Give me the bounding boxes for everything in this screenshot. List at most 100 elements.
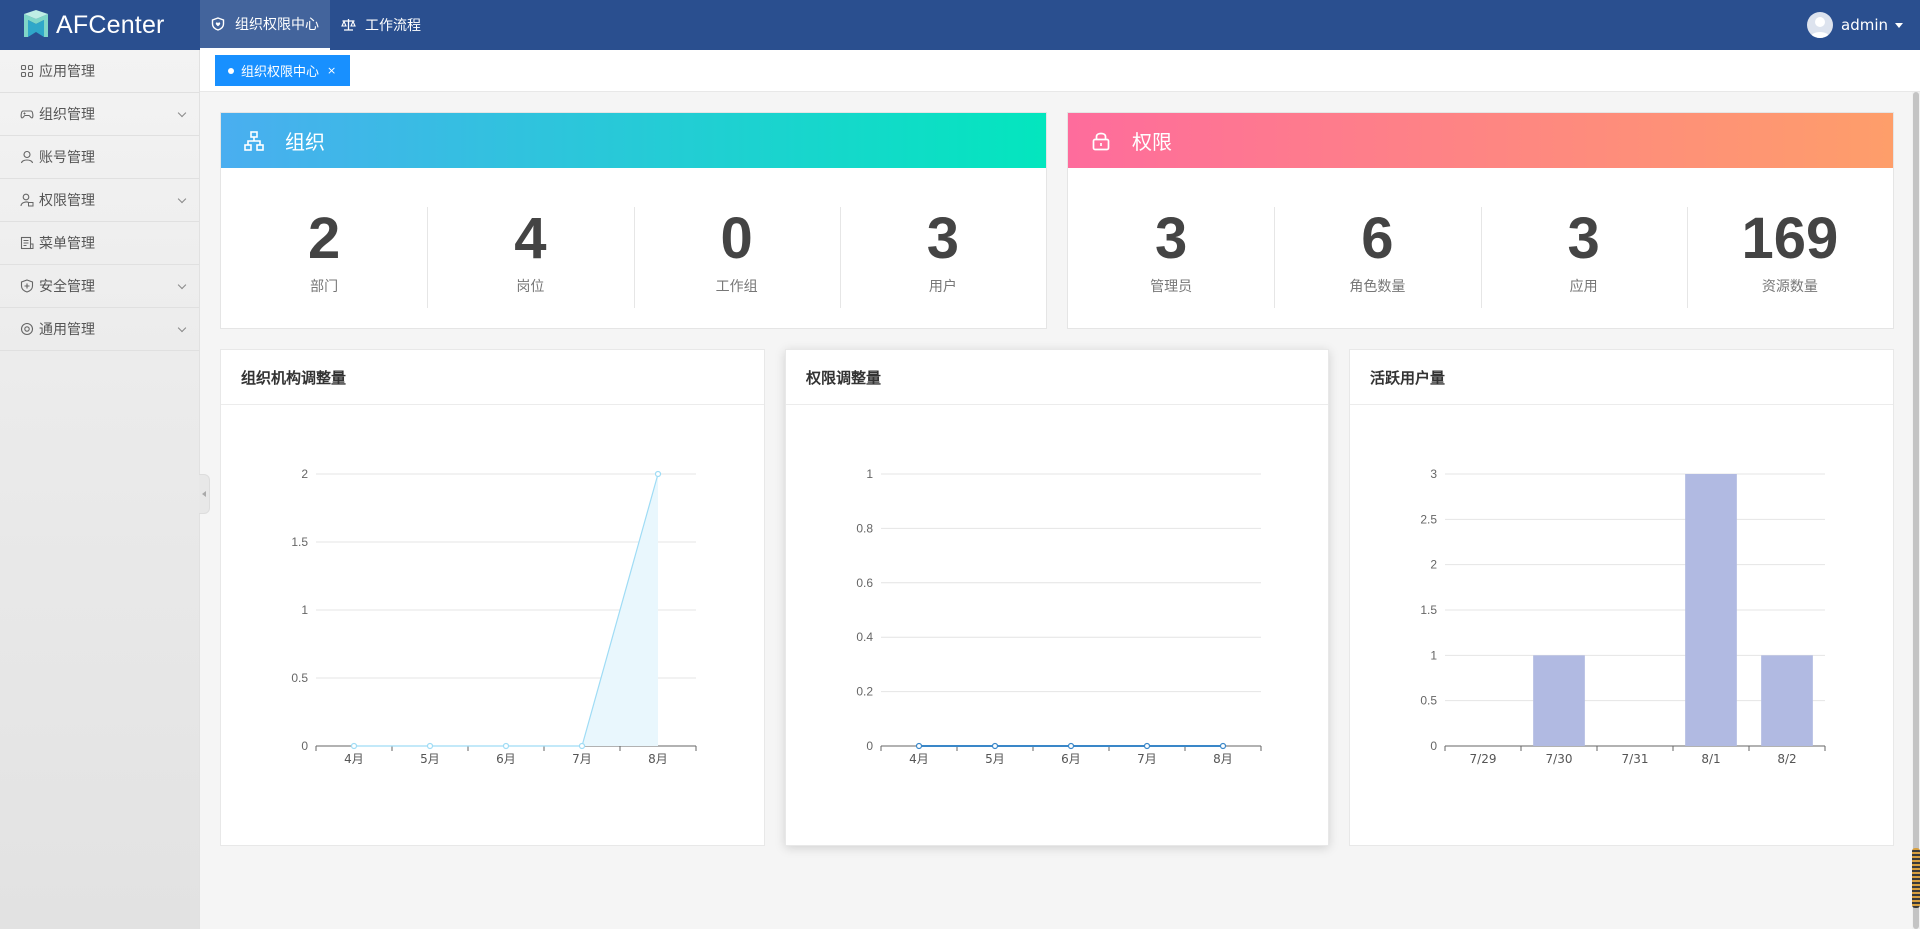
scrollbar-grip[interactable] [1912, 848, 1920, 908]
stat-application[interactable]: 3 应用 [1480, 207, 1687, 329]
stat-label: 资源数量 [1761, 279, 1818, 295]
org-card-title: 组织 [285, 130, 325, 154]
logo-text: AFCenter [56, 10, 165, 39]
stat-label: 应用 [1569, 279, 1598, 295]
settings-circle-icon [20, 322, 34, 336]
caret-down-icon [1895, 22, 1903, 28]
y-tick-label: 0 [301, 739, 308, 753]
chart-title: 权限调整量 [786, 350, 1328, 405]
stat-department[interactable]: 2 部门 [221, 208, 427, 329]
app-logo[interactable]: AFCenter [0, 0, 200, 50]
stat-value: 0 [720, 206, 753, 271]
sidebar-item-menu-management[interactable]: 菜单管理 [0, 222, 199, 265]
bar [1685, 474, 1737, 746]
tab-org-permission-center[interactable]: 组织权限中心 × [215, 55, 351, 86]
data-point [502, 742, 510, 750]
stat-admin[interactable]: 3 管理员 [1068, 208, 1274, 329]
scrollbar-thumb[interactable] [1913, 92, 1919, 929]
user-lock-icon [20, 193, 34, 207]
tab-label: 组织权限中心 [241, 65, 320, 80]
sidebar-item-label: 应用管理 [39, 64, 95, 80]
data-point [1143, 742, 1151, 750]
y-tick-label: 0 [866, 739, 873, 753]
data-point [915, 742, 923, 750]
data-point [654, 470, 662, 478]
stat-value: 2 [307, 206, 341, 271]
chevron-down-icon [177, 194, 187, 204]
topnav-label: 工作流程 [365, 18, 421, 34]
sidebar-item-label: 组织管理 [39, 107, 95, 123]
sidebar-item-security-management[interactable]: 安全管理 [0, 265, 199, 308]
stat-user[interactable]: 3 用户 [839, 206, 1046, 329]
permission-adjustments-chart[interactable]: 0 0.2 0.4 0.6 0.8 1 4月 5月 6月 7月 8月 [786, 406, 1330, 846]
y-tick-label: 3 [1430, 467, 1437, 481]
active-users-chart[interactable]: 0 0.5 1 1.5 2 2.5 3 7/29 7/30 7/31 8/1 8/2 [1350, 406, 1895, 846]
stat-role-count[interactable]: 6 角色数量 [1274, 207, 1480, 329]
y-tick-label: 0.6 [856, 576, 873, 590]
permission-stats-card: 权限 3 管理员 6 角色数量 3 应用 169 资源数量 [1067, 112, 1894, 329]
stat-label: 岗位 [516, 279, 545, 295]
stat-value: 169 [1741, 206, 1839, 271]
y-tick-label: 1 [1430, 648, 1437, 662]
close-icon[interactable]: × [327, 64, 336, 77]
x-tick-label: 8月 [648, 752, 668, 766]
stat-value: 3 [926, 206, 959, 271]
y-tick-label: 1 [866, 467, 873, 481]
y-tick-label: 2 [1430, 558, 1437, 572]
scale-icon [340, 17, 356, 33]
org-tree-icon [243, 130, 265, 152]
chart-title: 组织机构调整量 [221, 350, 764, 405]
stat-resource-count[interactable]: 169 资源数量 [1686, 206, 1893, 329]
topnav-workflow[interactable]: 工作流程 [330, 0, 431, 50]
lock-icon [1090, 130, 1112, 152]
sidebar-item-permission-management[interactable]: 权限管理 [0, 179, 199, 222]
chart-card-permission-adjustments: 权限调整量 0 0.2 0.4 0.6 0.8 1 4月 5月 6月 7月 8月 [785, 349, 1329, 846]
perm-card-header: 权限 [1068, 113, 1893, 168]
data-point [1219, 742, 1227, 750]
bar [1761, 655, 1813, 746]
stat-label: 工作组 [715, 279, 758, 295]
y-tick-label: 0.8 [856, 521, 873, 535]
page-tabs-bar: 组织权限中心 × [200, 50, 1920, 92]
user-menu[interactable]: admin [1807, 0, 1903, 50]
sidebar-item-app-management[interactable]: 应用管理 [0, 50, 199, 93]
sidebar-item-label: 通用管理 [39, 322, 95, 338]
sidebar-item-label: 安全管理 [39, 279, 95, 295]
topnav-org-permission-center[interactable]: 组织权限中心 [200, 0, 330, 50]
y-tick-label: 0.2 [856, 685, 873, 699]
x-tick-label: 7月 [1137, 752, 1157, 766]
sidebar-collapse-handle[interactable] [199, 474, 210, 514]
org-card-header: 组织 [221, 113, 1046, 168]
stat-position[interactable]: 4 岗位 [427, 207, 633, 329]
stat-label: 角色数量 [1349, 279, 1406, 295]
menu-doc-icon [20, 236, 34, 250]
shield-plus-icon [20, 279, 34, 293]
y-tick-label: 2.5 [1420, 512, 1437, 526]
sidebar-item-account-management[interactable]: 账号管理 [0, 136, 199, 179]
sidebar-item-org-management[interactable]: 组织管理 [0, 93, 199, 136]
sidebar-item-general-management[interactable]: 通用管理 [0, 308, 199, 351]
shield-heart-icon [210, 16, 226, 32]
chart-card-active-users: 活跃用户量 0 0.5 1 1.5 2 2.5 3 7/29 7/30 7/31 8/1 8/2 [1349, 349, 1894, 846]
y-tick-label: 0.5 [291, 671, 308, 685]
sidebar-item-label: 账号管理 [39, 150, 95, 166]
y-tick-label: 0 [1430, 739, 1437, 753]
user-name: admin [1841, 16, 1888, 34]
org-adjustments-chart[interactable]: 0 0.5 1 1.5 2 4月 5月 6月 7月 8月 [221, 406, 766, 846]
afcenter-logo-icon [24, 10, 48, 37]
y-tick-label: 2 [301, 467, 308, 481]
perm-card-title: 权限 [1132, 130, 1172, 154]
sidebar-item-label: 菜单管理 [39, 236, 95, 252]
y-tick-label: 1.5 [1420, 603, 1437, 617]
data-point [1067, 742, 1075, 750]
stat-workgroup[interactable]: 0 工作组 [633, 206, 840, 329]
x-tick-label: 4月 [909, 752, 929, 766]
x-tick-label: 4月 [344, 752, 364, 766]
page-scrollbar[interactable] [1912, 92, 1920, 929]
y-tick-label: 1 [301, 603, 308, 617]
stat-label: 用户 [928, 279, 957, 295]
x-tick-label: 7/29 [1470, 752, 1497, 766]
perm-stats-row: 3 管理员 6 角色数量 3 应用 169 资源数量 [1068, 168, 1893, 329]
x-tick-label: 6月 [496, 752, 516, 766]
x-tick-label: 6月 [1061, 752, 1081, 766]
